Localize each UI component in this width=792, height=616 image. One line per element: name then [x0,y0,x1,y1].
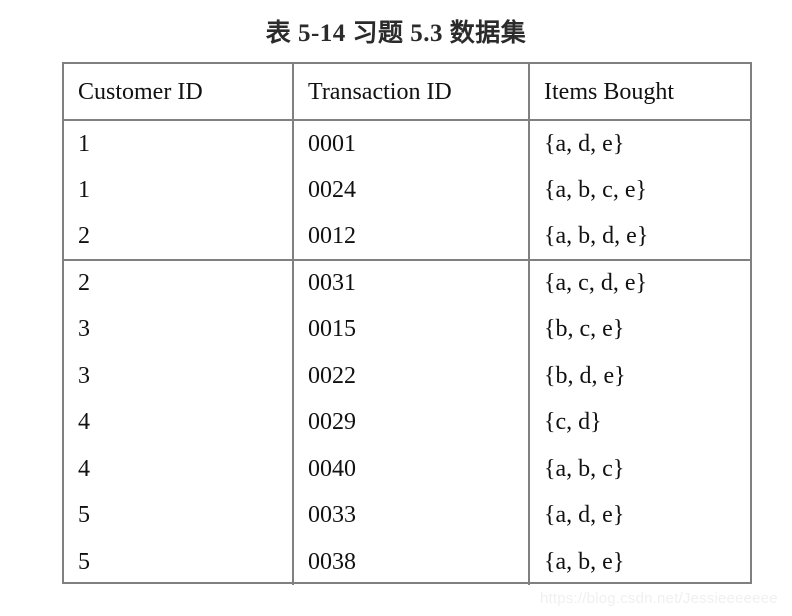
table-row: 1 0001 {a, d, e} [64,120,750,167]
table-header: Customer ID Transaction ID Items Bought [64,64,750,121]
cell-items-bought: {a, d, e} [528,492,750,539]
table-row: 5 0033 {a, d, e} [64,492,750,539]
page-root: 表 5-14 习题 5.3 数据集 Customer ID Transactio… [0,0,792,616]
cell-customer-id: 2 [78,270,90,297]
table-body: 1 0001 {a, d, e} 1 0024 {a, b, c, e} 2 0… [64,120,750,585]
table-caption: 表 5-14 习题 5.3 数据集 [265,20,527,47]
table-row: 2 0012 {a, b, d, e} [64,213,750,261]
column-header-items-bought: Items Bought [528,64,750,121]
cell-items-bought: {b, d, e} [528,352,750,399]
cell-customer-id: 5 [78,548,90,575]
cell-items-bought: {a, b, e} [528,538,750,585]
table-row: 5 0038 {a, b, e} [64,538,750,585]
table-row: 3 0022 {b, d, e} [64,352,750,399]
table-row: 4 0029 {c, d} [64,399,750,446]
table-row: 4 0040 {a, b, c} [64,445,750,492]
cell-items-bought: {a, b, d, e} [528,213,750,261]
cell-transaction-id: 0001 [292,120,529,167]
table-row: 2 0031 {a, c, d, e} [64,259,750,306]
cell-customer-id: 5 [78,502,90,529]
cell-items-bought: {b, c, e} [528,306,750,353]
cell-transaction-id: 0024 [292,166,529,213]
cell-customer-id: 1 [78,130,90,157]
cell-items-bought: {a, d, e} [528,120,750,167]
dataset-table: Customer ID Transaction ID Items Bought … [64,64,750,585]
cell-customer-id: 4 [78,455,90,482]
cell-customer-id: 2 [64,213,293,261]
cell-transaction-id: 0040 [292,445,529,492]
cell-transaction-id: 0031 [292,259,529,306]
table-header-row: Customer ID Transaction ID Items Bought [64,64,750,121]
table-row: 3 0015 {b, c, e} [64,306,750,353]
cell-transaction-id: 0015 [292,306,529,353]
cell-items-bought: {c, d} [528,399,750,446]
cell-items-bought: {a, b, c, e} [528,166,750,213]
column-header-transaction-id: Transaction ID [292,64,529,121]
table-row: 1 0024 {a, b, c, e} [64,166,750,213]
source-watermark: https://blog.csdn.net/Jessieeeeeee [540,590,778,607]
cell-customer-id: 3 [78,362,90,389]
cell-items-bought: {a, b, c} [528,445,750,492]
cell-transaction-id: 0033 [292,492,529,539]
cell-transaction-id: 0022 [292,352,529,399]
cell-transaction-id: 0012 [292,213,529,261]
cell-customer-id: 4 [78,409,90,436]
cell-items-bought: {a, c, d, e} [528,259,750,306]
cell-customer-id: 3 [78,316,90,343]
cell-customer-id: 1 [78,176,90,203]
dataset-table-container: Customer ID Transaction ID Items Bought … [62,62,752,585]
column-header-customer-id: Customer ID [64,64,293,121]
cell-transaction-id: 0038 [292,538,529,585]
cell-transaction-id: 0029 [292,399,529,446]
